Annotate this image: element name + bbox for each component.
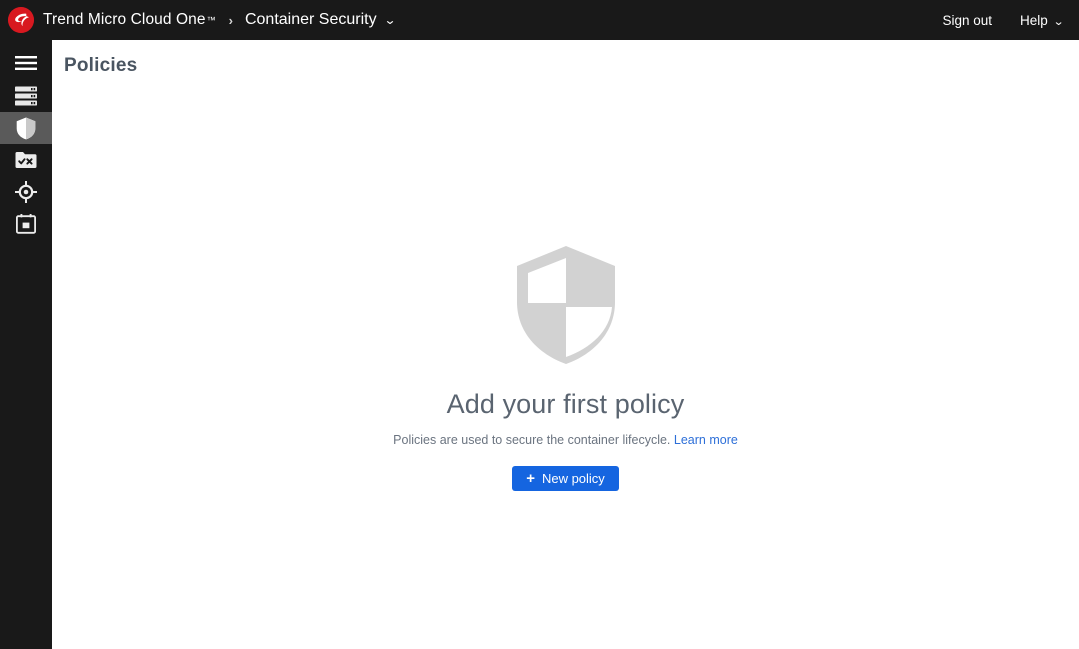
hamburger-menu-icon bbox=[15, 55, 37, 71]
empty-state-description: Policies are used to secure the containe… bbox=[393, 433, 738, 447]
shield-icon bbox=[16, 117, 36, 140]
plus-icon: + bbox=[526, 471, 535, 486]
calendar-icon bbox=[16, 214, 36, 234]
app-name-label: Container Security bbox=[245, 11, 377, 28]
learn-more-link[interactable]: Learn more bbox=[674, 433, 738, 447]
sidebar-item-policies[interactable] bbox=[0, 112, 52, 144]
shield-quartered-icon bbox=[515, 245, 617, 365]
empty-state-description-text: Policies are used to secure the containe… bbox=[393, 433, 670, 447]
sidebar-item-scan-results[interactable] bbox=[0, 144, 52, 176]
help-menu[interactable]: Help ⌄ bbox=[1020, 13, 1063, 28]
sign-out-link[interactable]: Sign out bbox=[942, 13, 992, 28]
sidebar-item-clusters[interactable] bbox=[0, 80, 52, 112]
page-title: Policies bbox=[64, 55, 137, 77]
top-header-actions: Sign out Help ⌄ bbox=[942, 13, 1063, 28]
chevron-down-icon: ⌄ bbox=[383, 13, 396, 27]
sidebar-item-schedule[interactable] bbox=[0, 208, 52, 240]
brand-name: Trend Micro Cloud One bbox=[43, 11, 206, 29]
brand-home-link[interactable]: Trend Micro Cloud One™ bbox=[8, 0, 216, 40]
sidebar-item-runtime-events[interactable] bbox=[0, 176, 52, 208]
app-switcher[interactable]: Container Security ⌄ bbox=[245, 11, 395, 29]
new-policy-button[interactable]: + New policy bbox=[512, 466, 619, 491]
breadcrumb-separator: › bbox=[229, 14, 233, 27]
empty-state-heading: Add your first policy bbox=[447, 389, 685, 420]
empty-state: Add your first policy Policies are used … bbox=[52, 245, 1079, 491]
chevron-down-icon: ⌄ bbox=[1053, 15, 1065, 28]
server-stack-icon bbox=[15, 86, 37, 106]
brand-trademark: ™ bbox=[207, 15, 216, 25]
crosshair-target-icon bbox=[15, 181, 37, 203]
top-header-bar: Trend Micro Cloud One™ › Container Secur… bbox=[0, 0, 1079, 40]
sidebar-item-menu-toggle[interactable] bbox=[0, 46, 52, 80]
main-content: Policies Add your first policy Policies … bbox=[52, 40, 1079, 649]
new-policy-button-label: New policy bbox=[542, 472, 605, 485]
help-label: Help bbox=[1020, 13, 1048, 28]
trend-micro-logo-icon bbox=[8, 7, 34, 33]
sidebar-nav bbox=[0, 40, 52, 649]
folder-check-icon bbox=[15, 151, 37, 169]
